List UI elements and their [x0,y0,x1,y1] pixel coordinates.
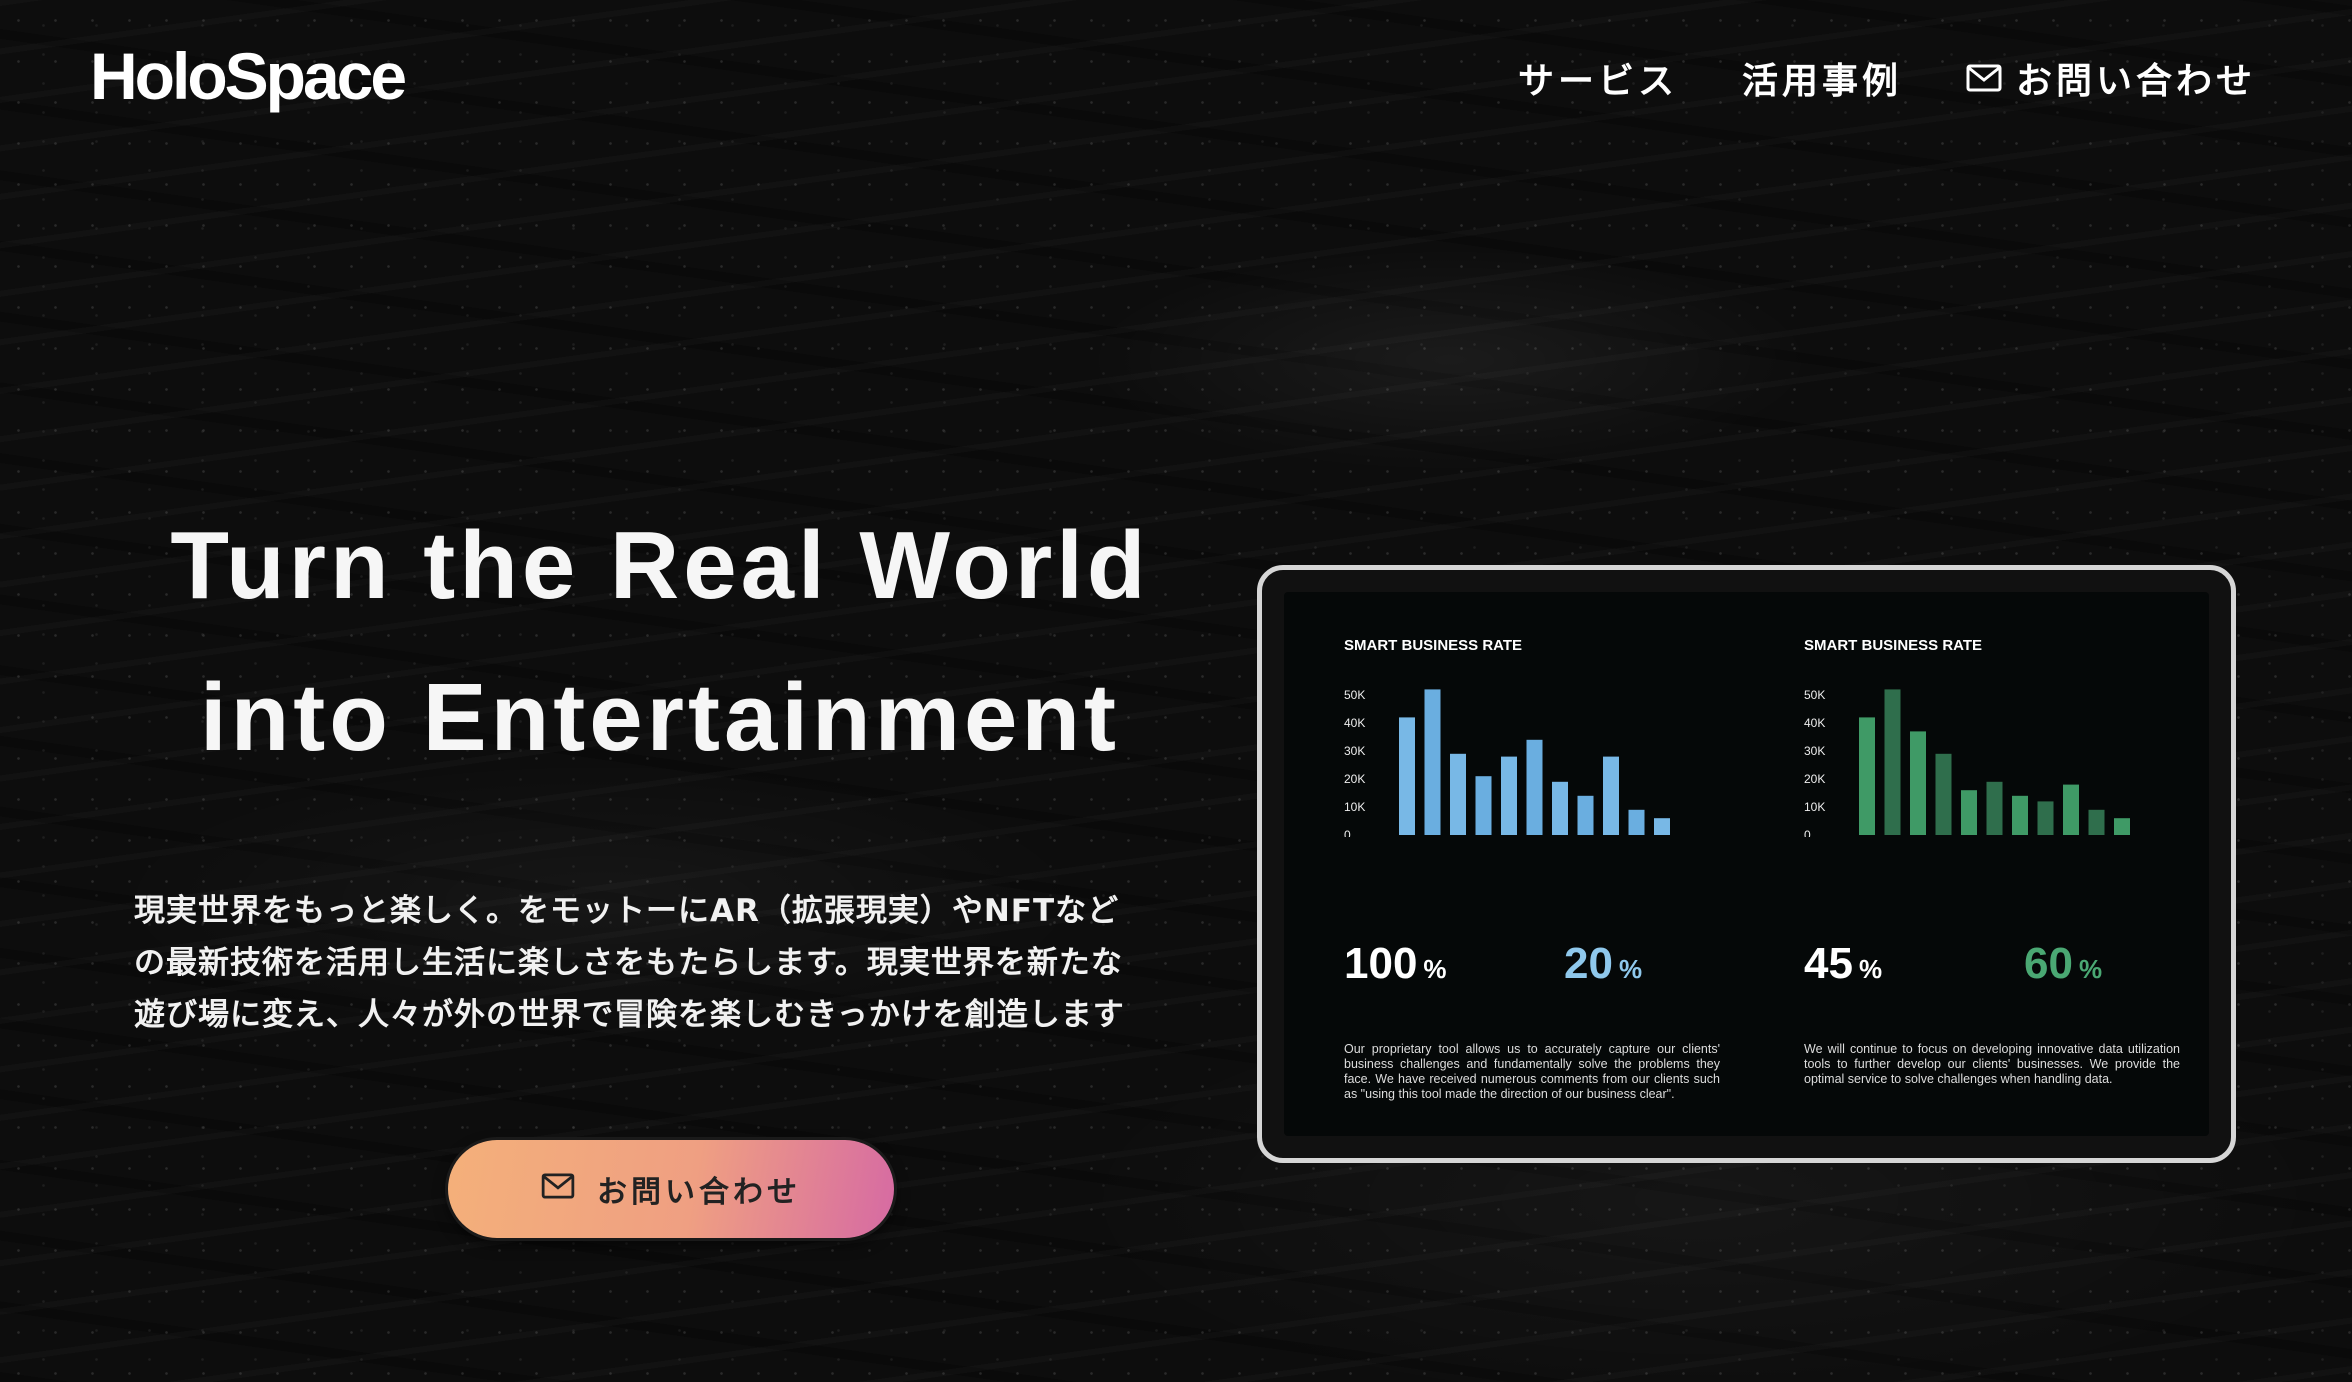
chart-bar [1935,753,1952,835]
panel-description: We will continue to focus on developing … [1804,1042,2180,1086]
mail-icon [1966,64,2002,92]
chart-bar [1501,756,1517,835]
nav-item-cases[interactable]: 活用事例 [1742,52,1902,104]
nav-item-label: 活用事例 [1741,61,1902,102]
y-tick-label: 50K [1804,688,1825,702]
stat-primary: 100% [1344,939,1447,989]
hero-title-line: Turn the Real World [170,512,1150,619]
contact-cta-button[interactable]: お問い合わせ [448,1140,894,1238]
mail-icon [541,1172,575,1207]
nav-item-services[interactable]: サービス [1518,52,1678,104]
panel-title: SMART BUSINESS RATE [1804,637,1983,654]
stats-row: 45% 60% [1804,939,2224,999]
chart-bar [2114,818,2130,835]
y-tick-label: 20K [1804,772,1825,786]
stats-panel: SMART BUSINESS RATE 50K 40K 30K 20K 10K 0 45%… [1804,592,2224,1136]
chart-bar [1526,739,1543,835]
hero-title: Turn the Real World into Entertainment [110,490,1210,794]
site-header: HoloSpace サービス 活用事例 お問い合わせ [0,0,2352,160]
chart-bar [1910,731,1926,835]
bar-chart: 50K 40K 30K 20K 10K 0 [1804,688,2130,837]
chart-bar [2063,784,2079,835]
chart-bar [1552,781,1568,835]
y-tick-label: 30K [1804,744,1825,758]
stats-row: 100% 20% [1344,939,1764,999]
hero-description-line: の最新技術を活用し生活に楽しさをもたらします。現実世界を新たな [134,945,1123,981]
chart-bar [1859,717,1875,835]
stat-unit: % [2078,954,2103,984]
y-tick-label: 40K [1804,716,1825,730]
stat-value: 100 [1344,939,1418,988]
chart-bar [1884,689,1901,835]
stat-secondary: 20% [1564,939,1642,989]
y-tick-label: 30K [1344,744,1365,758]
chart-bar [1450,753,1466,835]
stat-secondary: 60% [2024,939,2102,989]
y-tick-label: 50K [1344,688,1365,702]
y-tick-label: 0 [1804,828,1811,837]
logo[interactable]: HoloSpace [90,38,407,114]
chart-bar [1654,818,1670,835]
stat-unit: % [1618,954,1643,984]
hero-description: 現実世界をもっと楽しく。をモットーにAR（拡張現実）やNFTなど の最新技術を活… [134,885,1194,1041]
chart-bar [1577,795,1594,835]
main-nav: サービス 活用事例 お問い合わせ [1518,52,2256,104]
y-tick-label: 10K [1344,800,1365,814]
y-tick-label: 20K [1344,772,1365,786]
stat-value: 20 [1564,939,1613,988]
tablet-screen: SMART BUSINESS RATE 50K 40K 30K 20K 10K 0 100… [1284,592,2209,1136]
stat-unit: % [1423,954,1447,984]
chart-bar [1399,717,1415,835]
stat-value: 45 [1804,939,1853,988]
tablet-mockup: SMART BUSINESS RATE 50K 40K 30K 20K 10K 0 100… [1257,565,2236,1163]
panel-title: SMART BUSINESS RATE [1344,637,1523,654]
chart-bar [2088,809,2105,835]
chart-bar [1986,781,2003,835]
stats-panel: SMART BUSINESS RATE 50K 40K 30K 20K 10K 0 100… [1344,592,1764,1136]
hero-description-line: 遊び場に変え、人々が外の世界で冒険を楽しむきっかけを創造します [134,997,1125,1033]
hero-title-line: into Entertainment [199,664,1120,771]
y-tick-label: 10K [1804,800,1825,814]
nav-item-label: サービス [1517,61,1678,102]
chart-bar [2012,795,2028,835]
y-tick-label: 0 [1344,828,1351,837]
chart-bar [2037,801,2054,835]
chart-bar [1628,809,1645,835]
stat-primary: 45% [1804,939,1882,989]
chart-bar [1961,790,1977,835]
nav-item-label: お問い合わせ [2015,61,2256,102]
chart-bar [1603,756,1619,835]
chart-bar [1424,689,1441,835]
cta-label: お問い合わせ [597,1175,801,1210]
panel-description: Our proprietary tool allows us to accura… [1344,1042,1720,1101]
bar-chart: 50K 40K 30K 20K 10K 0 [1344,688,1670,837]
nav-item-contact[interactable]: お問い合わせ [1966,52,2256,104]
hero-description-line: 現実世界をもっと楽しく。をモットーにAR（拡張現実）やNFTなど [134,893,1120,929]
stat-value: 60 [2024,939,2073,988]
stat-unit: % [1858,954,1883,984]
chart-bar [1475,776,1492,835]
y-tick-label: 40K [1344,716,1365,730]
